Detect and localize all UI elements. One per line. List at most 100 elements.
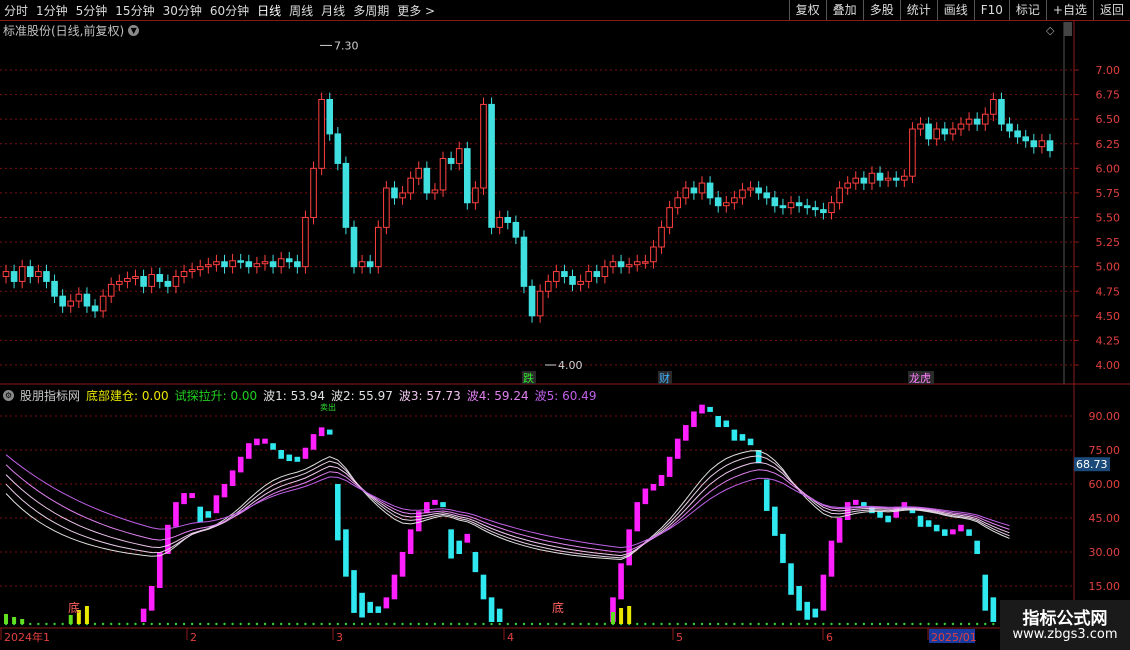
baseline-dot <box>870 622 874 626</box>
price-tick-label: 6.00 <box>1096 162 1121 175</box>
oscillator-bar <box>812 608 819 618</box>
oscillator-bar <box>375 606 382 613</box>
baseline-dot <box>385 622 388 626</box>
oscillator-bar <box>715 416 721 428</box>
oscillator-bar <box>237 456 244 473</box>
oscillator-bar <box>294 456 301 462</box>
toolbar-button-4[interactable]: 画线 <box>936 0 974 20</box>
oscillator-bar <box>173 502 179 527</box>
price-tick-label: 5.75 <box>1096 187 1121 200</box>
baseline-dot <box>733 622 736 626</box>
candle-body <box>860 177 868 184</box>
candle-body <box>342 162 350 228</box>
tab-period-4[interactable]: 30分钟 <box>159 2 206 19</box>
toolbar-button-1[interactable]: 叠加 <box>825 0 863 20</box>
oscillator-bar <box>674 438 681 459</box>
oscillator-bar <box>278 450 284 459</box>
baseline-dot <box>377 622 380 626</box>
baseline-dot <box>401 622 404 626</box>
baseline-dot <box>814 622 817 626</box>
value-badge-label: 68.73 <box>1076 458 1108 471</box>
tab-period-5[interactable]: 60分钟 <box>206 2 253 19</box>
toolbar-button-0[interactable]: 复权 <box>788 0 826 20</box>
oscillator-bar <box>634 502 641 532</box>
candle-body <box>269 261 277 268</box>
toolbar-button-5[interactable]: F10 <box>973 0 1009 20</box>
oscillator-bar <box>893 506 900 518</box>
indicator-value-6: 波5: 60.49 <box>534 389 597 403</box>
tab-period-8[interactable]: 月线 <box>317 2 349 19</box>
wave-line-4 <box>5 464 1010 553</box>
baseline-dot <box>312 622 315 626</box>
candle-body <box>909 128 916 177</box>
baseline-dot <box>69 622 72 626</box>
tab-period-9[interactable]: 多周期 <box>349 2 393 19</box>
chart-canvas: ◇ 7.00 6.75 6.50 6.25 6.00 5.75 5.50 5.25 5.00 4.7… <box>0 20 1130 644</box>
baseline-dot <box>93 622 97 626</box>
tab-period-3[interactable]: 15分钟 <box>111 2 158 19</box>
date-tick-label: 2 <box>190 631 197 644</box>
baseline-dot <box>538 622 542 626</box>
settings-circle-icon[interactable]: ⚙ <box>3 390 14 401</box>
price-tick-label: 7.00 <box>1096 64 1121 77</box>
baseline-dot <box>611 622 615 626</box>
toolbar-button-2[interactable]: 多股 <box>862 0 900 20</box>
baseline-dot <box>126 622 129 626</box>
baseline-dot <box>603 622 607 626</box>
high-price-label: 7.30 <box>334 39 359 52</box>
candle-body <box>658 226 665 248</box>
oscillator-bar <box>221 484 228 498</box>
tab-period-0[interactable]: 分时 <box>0 2 32 19</box>
baseline-dot <box>166 622 170 626</box>
oscillator-bar <box>286 454 293 462</box>
chevron-down-icon[interactable]: ▼ <box>128 25 140 36</box>
baseline-dot <box>29 622 32 626</box>
tab-period-1[interactable]: 1分钟 <box>32 2 72 19</box>
candle-body <box>820 209 827 214</box>
oscillator-bar <box>958 524 964 532</box>
oscillator-bar <box>407 529 414 554</box>
baseline-dot <box>239 622 242 626</box>
tab-period-6[interactable]: 日线 <box>253 2 285 19</box>
baseline-dot <box>199 622 202 626</box>
tab-period-2[interactable]: 5分钟 <box>72 2 112 19</box>
baseline-dot <box>700 622 704 626</box>
oscillator-bar <box>683 425 689 441</box>
toolbar-button-3[interactable]: 统计 <box>899 0 937 20</box>
baseline-dot <box>935 622 938 626</box>
baseline-dot <box>158 622 161 626</box>
oscillator-bar <box>723 420 730 428</box>
candle-body <box>876 172 884 181</box>
tab-period-10[interactable]: 更多 > <box>393 2 439 19</box>
oscillator-bar <box>917 515 924 527</box>
candle-body <box>107 283 115 297</box>
date-highlight <box>929 629 975 643</box>
toolbar-button-7[interactable]: +自选 <box>1045 0 1093 20</box>
watermark: 指标公式网 www.zbgs3.com <box>1000 600 1130 650</box>
event-mark-label: 财 <box>659 371 670 385</box>
toolbar-button-8[interactable]: 返回 <box>1092 0 1130 20</box>
candle-body <box>253 263 261 268</box>
baseline-dot <box>77 622 81 626</box>
baseline-dot <box>247 622 250 626</box>
toolbar-button-6[interactable]: 标记 <box>1008 0 1046 20</box>
date-tick-label: 2024年1 <box>4 630 50 644</box>
indicator-value-2: 波1: 53.94 <box>263 389 326 403</box>
candle-body <box>302 217 309 268</box>
ind-tick-label: 75.00 <box>1089 444 1121 457</box>
candle-body <box>294 261 301 268</box>
candle-body <box>763 192 771 199</box>
oscillator-bar <box>982 574 989 611</box>
oscillator-bar <box>699 404 705 414</box>
baseline-dot <box>344 622 348 626</box>
oscillator-bar <box>156 552 163 588</box>
candle-body <box>787 202 795 209</box>
price-tick-label: 4.00 <box>1096 359 1121 372</box>
candle-body <box>310 167 317 218</box>
tab-period-7[interactable]: 周线 <box>285 2 317 19</box>
candle-body <box>277 258 285 268</box>
baseline-dot <box>708 622 712 626</box>
candle-body <box>795 202 803 207</box>
wave-line-3 <box>5 461 1010 557</box>
price-tick-label: 5.00 <box>1096 261 1121 274</box>
